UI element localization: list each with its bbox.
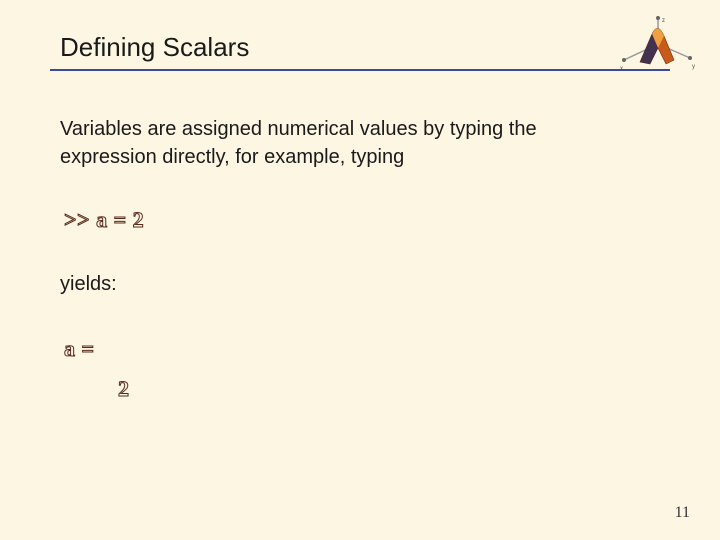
result-val-text: 2: [118, 376, 660, 402]
matlab-logo-icon: x y z: [618, 14, 698, 78]
command-text: >> a = 2: [64, 207, 660, 233]
svg-text:x: x: [620, 66, 623, 72]
slide-title: Defining Scalars: [60, 32, 660, 63]
page-number: 11: [675, 504, 690, 522]
yields-text: yields:: [60, 273, 660, 296]
slide: x y z Defining Scalars Variables are ass…: [0, 0, 720, 540]
svg-text:z: z: [662, 18, 665, 24]
intro-text: Variables are assigned numerical values …: [60, 115, 600, 171]
result-var-text: a =: [64, 336, 660, 362]
svg-text:y: y: [692, 64, 695, 70]
title-underline: [50, 69, 670, 71]
